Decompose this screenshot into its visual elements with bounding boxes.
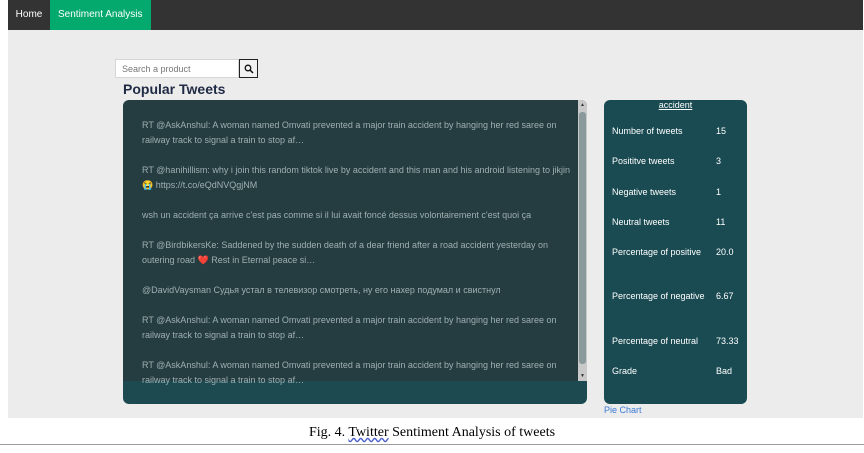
stat-label: Posititve tweets: [612, 156, 675, 166]
tweet-list: RT @AskAnshul: A woman named Omvati prev…: [142, 118, 572, 403]
tweet-item: wsh un accident ça arrive c'est pas comm…: [142, 210, 532, 220]
caption-underlined-word: Twitter: [348, 425, 389, 440]
stat-label: Number of tweets: [612, 126, 683, 136]
pie-chart-link[interactable]: Pie Chart: [604, 405, 642, 415]
caption-suffix: Sentiment Analysis of tweets: [388, 425, 556, 440]
nav-home-link[interactable]: Home: [8, 0, 50, 30]
stat-label: Grade: [612, 366, 638, 376]
stat-neutral-tweets: Neutral tweets 11: [612, 215, 742, 229]
scroll-down-arrow-icon[interactable]: ▼: [578, 372, 587, 380]
tweet-item: RT @AskAnshul: A woman named Omvati prev…: [142, 120, 557, 145]
stat-value: Bad: [716, 366, 733, 376]
stat-label: Negative tweets: [612, 187, 677, 197]
stat-label: Percentage of neutral: [612, 336, 699, 346]
stat-number-of-tweets: Number of tweets 15: [612, 124, 742, 138]
stat-label: Neutral tweets: [612, 217, 670, 227]
tweet-item: RT @BirdbikersKe: Saddened by the sudden…: [142, 240, 549, 265]
stat-value: 73.33: [716, 336, 739, 346]
stat-grade: Grade Bad: [612, 364, 742, 378]
search-input[interactable]: [115, 59, 239, 78]
scroll-up-arrow-icon[interactable]: ▲: [578, 101, 587, 109]
stat-percentage-neutral: Percentage of neutral 73.33: [612, 334, 742, 348]
tweets-panel: RT @AskAnshul: A woman named Omvati prev…: [123, 100, 587, 404]
top-navbar: Home Sentiment Analysis: [8, 0, 863, 30]
tweet-item: RT @AskAnshul: A woman named Omvati prev…: [142, 315, 557, 340]
tweets-scroll-area[interactable]: RT @AskAnshul: A woman named Omvati prev…: [123, 100, 587, 385]
caption-prefix: Fig. 4.: [308, 425, 349, 440]
tweet-item: RT @hanihillism: why i join this random …: [142, 165, 571, 190]
divider: [0, 444, 864, 445]
figure-caption: Fig. 4. Twitter Sentiment Analysis of tw…: [0, 425, 864, 441]
stat-value: 3: [716, 156, 722, 166]
stat-negative-tweets: Negative tweets 1: [612, 185, 742, 199]
stat-value: 20.0: [716, 247, 734, 257]
tweet-item: @DavidVaysman Судья устал в телевизор см…: [142, 285, 501, 295]
stat-label: Percentage of positive: [612, 247, 702, 257]
search-button[interactable]: [239, 59, 258, 78]
stat-positive-tweets: Posititve tweets 3: [612, 154, 742, 168]
stat-value: 1: [716, 187, 722, 197]
keyword-link[interactable]: accident: [604, 100, 747, 110]
nav-sentiment-analysis-link[interactable]: Sentiment Analysis: [50, 0, 151, 30]
stat-value: 6.67: [716, 291, 734, 301]
scroll-thumb[interactable]: [579, 112, 586, 364]
search-icon: [244, 64, 254, 74]
search-bar: [115, 59, 258, 78]
tweets-scrollbar[interactable]: ▲ ▼: [578, 100, 587, 381]
stat-percentage-positive: Percentage of positive 20.0: [612, 245, 742, 259]
stats-panel: accident Number of tweets 15 Posititve t…: [604, 100, 747, 404]
stat-value: 15: [716, 126, 727, 136]
tweet-item: RT @AskAnshul: A woman named Omvati prev…: [142, 360, 557, 385]
popular-tweets-heading: Popular Tweets: [123, 81, 226, 97]
stat-label: Percentage of negative: [612, 291, 705, 301]
main-content: Popular Tweets RT @AskAnshul: A woman na…: [8, 30, 863, 418]
stat-value: 11: [716, 217, 726, 227]
stat-percentage-negative: Percentage of negative 6.67: [612, 289, 742, 303]
